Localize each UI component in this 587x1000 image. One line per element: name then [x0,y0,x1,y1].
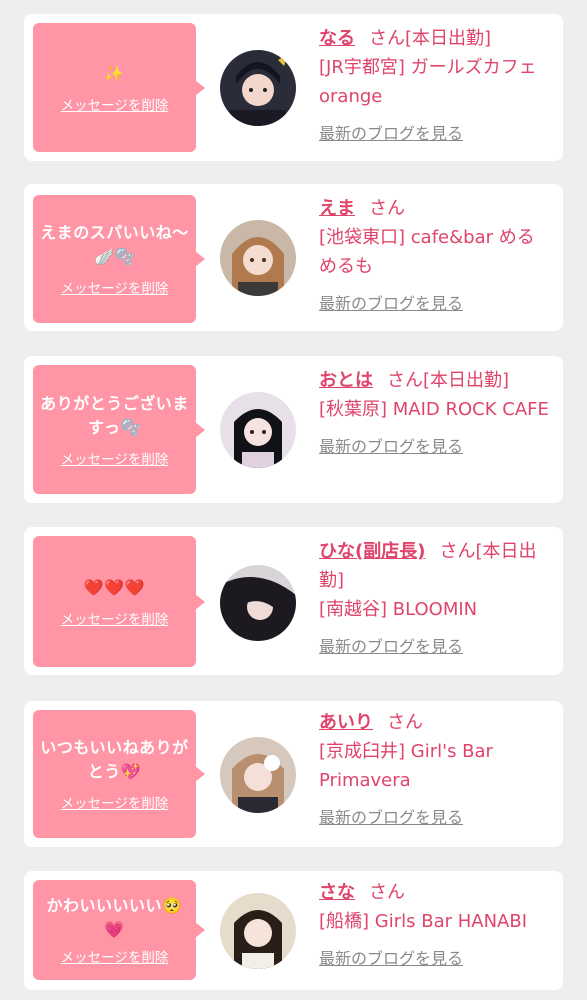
message-card: えまのスパいいね〜🪽🫧 メッセージを削除 えま さん [池袋東口] cafe&ba… [24,184,563,331]
latest-blog-link[interactable]: 最新のブログを見る [319,289,549,318]
delete-message-link[interactable]: メッセージを削除 [61,277,169,297]
profile-info: ひな(副店長) さん[本日出勤] [南越谷] BLOOMIN 最新のブログを見る [319,537,549,661]
message-bubble: ❤️❤️❤️ メッセージを削除 [33,536,205,667]
message-text: ❤️❤️❤️ [83,577,146,597]
honorific: さん [369,28,405,49]
message-bubble: えまのスパいいね〜🪽🫧 メッセージを削除 [33,195,205,323]
delete-message-link[interactable]: メッセージを削除 [61,94,169,114]
work-status: [本日出勤] [423,370,510,391]
message-card: いつもいいねありがとう💖 メッセージを削除 あいり さん [京成臼井] Girl'… [24,701,563,847]
shop-name: [秋葉原] MAID ROCK CAFE [319,399,549,420]
avatar[interactable] [220,392,296,468]
profile-info: あいり さん [京成臼井] Girl's Bar Primavera 最新のブログ… [319,708,549,832]
shop-name: [JR宇都宮] ガールズカフェ orange [319,57,537,107]
message-bubble: かわいいいいい🥺💗 メッセージを削除 [33,880,205,980]
avatar[interactable] [220,220,296,296]
message-text: えまのスパいいね〜🪽🫧 [40,223,189,266]
cast-name-link[interactable]: さな [319,882,355,903]
message-card: かわいいいいい🥺💗 メッセージを削除 さな さん [船橋] Girls Bar H… [24,871,563,990]
avatar[interactable] [220,565,296,641]
delete-message-link[interactable]: メッセージを削除 [61,792,169,812]
honorific: さん [387,712,423,733]
work-status: [本日出勤] [405,28,492,49]
honorific: さん [387,370,423,391]
honorific: さん [439,541,476,562]
message-text: ✨ [104,63,125,83]
latest-blog-link[interactable]: 最新のブログを見る [319,803,549,832]
delete-message-link[interactable]: メッセージを削除 [61,608,169,628]
latest-blog-link[interactable]: 最新のブログを見る [319,632,549,661]
honorific: さん [369,198,405,219]
message-bubble: いつもいいねありがとう💖 メッセージを削除 [33,710,205,838]
profile-info: えま さん [池袋東口] cafe&bar めるめるも 最新のブログを見る [319,194,549,318]
profile-info: なる さん[本日出勤] [JR宇都宮] ガールズカフェ orange 最新のブログ… [319,24,549,148]
cast-name-link[interactable]: ひな(副店長) [319,541,425,562]
profile-info: おとは さん[本日出勤] [秋葉原] MAID ROCK CAFE 最新のブログを… [319,366,549,461]
shop-name: [池袋東口] cafe&bar めるめるも [319,227,535,277]
profile-info: さな さん [船橋] Girls Bar HANABI 最新のブログを見る [319,878,549,973]
avatar[interactable] [220,737,296,813]
message-card: ✨ メッセージを削除 なる さん[本日出勤] [JR宇都宮] ガールズカフェ or… [24,14,563,161]
shop-name: [京成臼井] Girl's Bar Primavera [319,741,493,791]
message-text: ありがとうございますっ🫧 [40,393,189,437]
cast-name-link[interactable]: あいり [319,712,373,733]
delete-message-link[interactable]: メッセージを削除 [61,946,169,966]
shop-name: [南越谷] BLOOMIN [319,599,478,620]
message-card: ❤️❤️❤️ メッセージを削除 ひな(副店長) さん[本日出勤] [南越谷] BL… [24,527,563,675]
message-card: ありがとうございますっ🫧 メッセージを削除 おとは さん[本日出勤] [秋葉原] … [24,356,563,503]
latest-blog-link[interactable]: 最新のブログを見る [319,944,549,973]
message-bubble: ありがとうございますっ🫧 メッセージを削除 [33,365,205,494]
favorite-messages-list: ✨ メッセージを削除 なる さん[本日出勤] [JR宇都宮] ガールズカフェ or… [0,0,587,1000]
latest-blog-link[interactable]: 最新のブログを見る [319,119,549,148]
avatar[interactable] [220,893,296,969]
message-text: かわいいいいい🥺💗 [46,896,183,939]
message-text: いつもいいねありがとう💖 [40,738,189,781]
cast-name-link[interactable]: おとは [319,370,373,391]
cast-name-link[interactable]: なる [319,28,355,49]
shop-name: [船橋] Girls Bar HANABI [319,911,528,932]
avatar[interactable] [220,50,296,126]
cast-name-link[interactable]: えま [319,198,355,219]
delete-message-link[interactable]: メッセージを削除 [61,448,169,468]
latest-blog-link[interactable]: 最新のブログを見る [319,432,549,461]
honorific: さん [369,882,405,903]
message-bubble: ✨ メッセージを削除 [33,23,205,152]
